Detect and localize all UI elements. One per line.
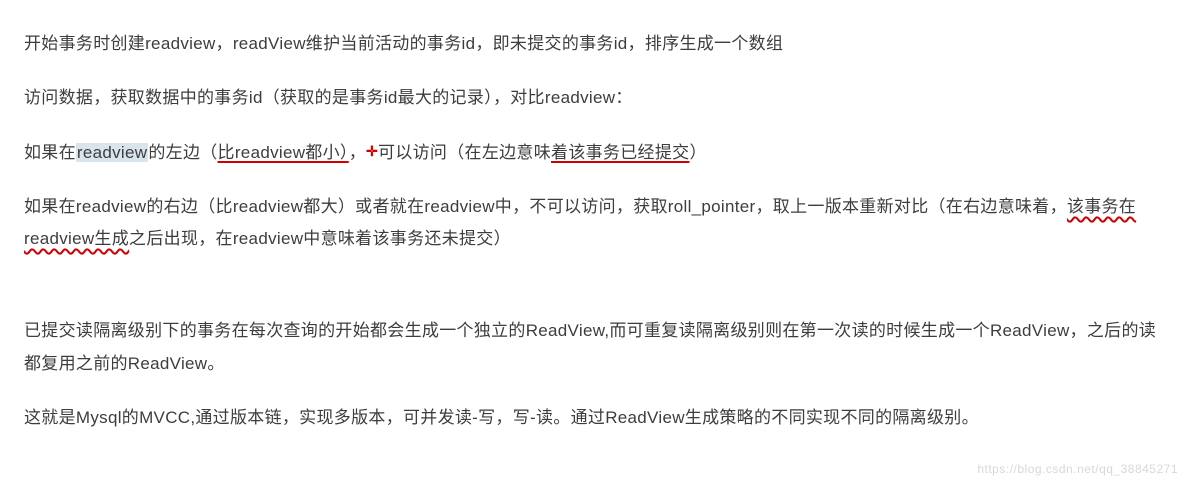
paragraph-6: 这就是Mysql的MVCC,通过版本链，实现多版本，可并发读-写，写-读。通过R… xyxy=(24,402,1162,434)
p3-text-1: 如果在 xyxy=(24,143,76,162)
p4-text-tail: 之后出现，在readview中意味着该事务还未提交） xyxy=(129,229,511,248)
paragraph-1: 开始事务时创建readview，readView维护当前活动的事务id，即未提交… xyxy=(24,28,1162,60)
p3-underline-committed: 着该事务已经提交 xyxy=(551,143,689,162)
paragraph-2: 访问数据，获取数据中的事务id（获取的是事务id最大的记录），对比readvie… xyxy=(24,82,1162,114)
paragraph-3: 如果在readview的左边（比readview都小），✛可以访问（在左边意味着… xyxy=(24,137,1162,169)
watermark-text: https://blog.csdn.net/qq_38845271 xyxy=(977,458,1178,481)
paragraph-4: 如果在readview的右边（比readview都大）或者就在readview中… xyxy=(24,191,1162,256)
p3-highlight-readview: readview xyxy=(76,143,148,162)
p4-text-1: 如果在readview的右边（比readview都大）或者就在readview中… xyxy=(24,197,1067,216)
p3-underline-smaller: 比readview都小） xyxy=(218,143,349,162)
p3-text-5: ， xyxy=(349,143,366,162)
paragraph-5: 已提交读隔离级别下的事务在每次查询的开始都会生成一个独立的ReadView,而可… xyxy=(24,315,1162,380)
p3-text-6: 可以访问（在左边意味 xyxy=(378,143,551,162)
cross-mark-icon: ✛ xyxy=(366,138,378,165)
p3-text-3: 的左边（ xyxy=(148,143,217,162)
p3-text-8: ） xyxy=(689,143,706,162)
